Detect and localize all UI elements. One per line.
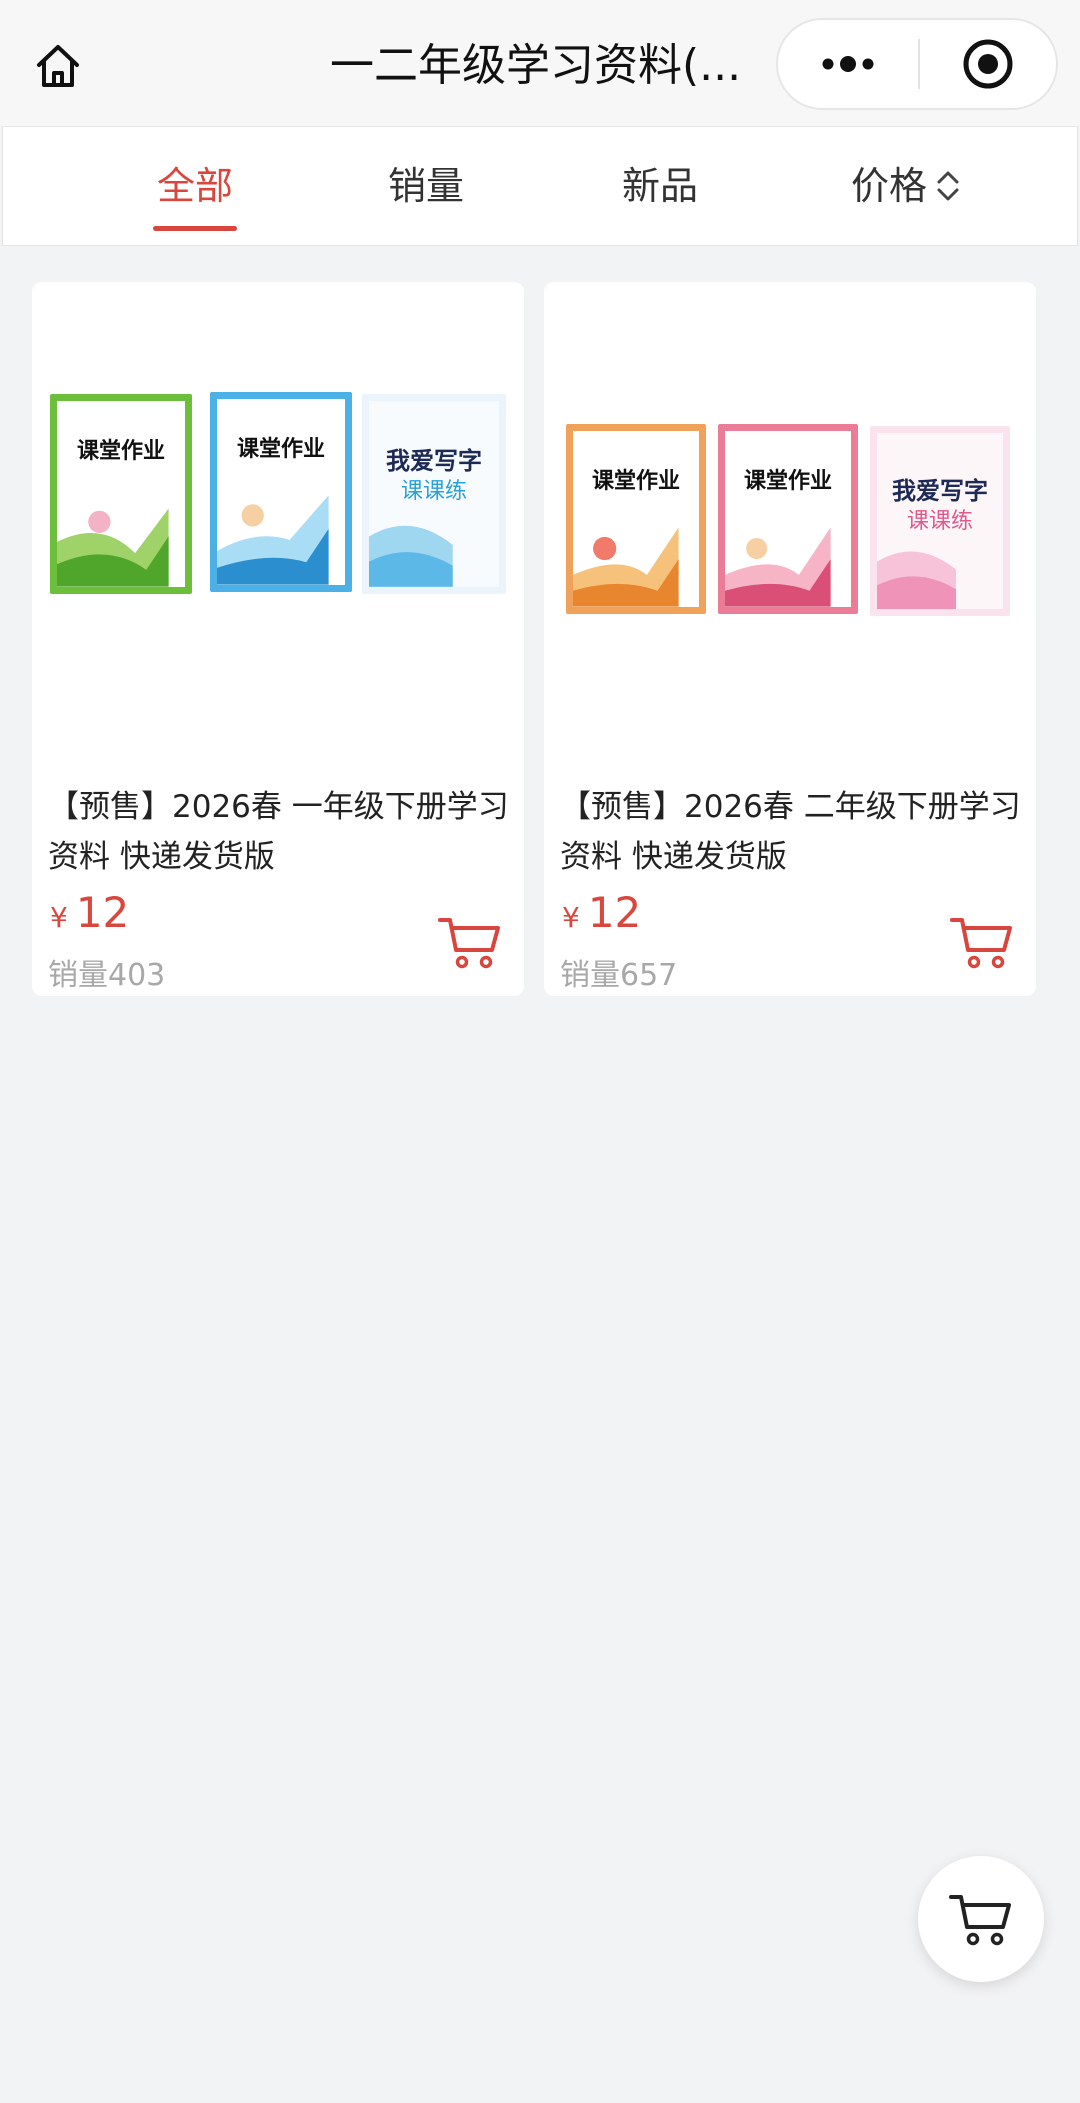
home-button[interactable] <box>28 36 88 96</box>
cart-icon <box>950 918 1012 969</box>
product-price: ¥ 12 <box>50 888 129 948</box>
tab-new[interactable]: 新品 <box>615 127 705 245</box>
book-title: 我爱写字 <box>386 446 482 475</box>
home-icon <box>37 45 79 87</box>
book-cover: 课堂作业 <box>718 424 858 614</box>
book-title: 课堂作业 <box>591 468 680 494</box>
product-card[interactable]: 课堂作业 课堂作业 我爱写字 课课练 <box>544 282 1036 996</box>
add-to-cart-button[interactable] <box>438 912 502 972</box>
mini-program-capsule <box>776 18 1058 110</box>
book-cover: 课堂作业 <box>210 392 352 592</box>
book-cover: 课堂作业 <box>50 394 192 594</box>
tab-sales-label: 销量 <box>387 164 464 208</box>
more-button[interactable] <box>778 20 918 108</box>
book-art <box>369 526 453 587</box>
price-value: 12 <box>587 888 642 937</box>
book-art <box>217 495 329 585</box>
sales-count: 销量657 <box>560 958 678 993</box>
active-tab-indicator <box>153 226 237 231</box>
book-subtitle: 课课练 <box>400 479 467 504</box>
book-cover: 我爱写字 课课练 <box>870 426 1010 616</box>
floating-cart-button[interactable] <box>918 1856 1044 1982</box>
price-value: 12 <box>75 888 130 937</box>
book-art <box>573 527 679 607</box>
book-title: 我爱写字 <box>892 476 988 505</box>
tab-sales[interactable]: 销量 <box>381 127 471 245</box>
book-title: 课堂作业 <box>236 436 325 462</box>
book-art <box>877 551 957 609</box>
book-cover: 课堂作业 <box>566 424 706 614</box>
price-currency: ¥ <box>562 901 580 934</box>
book-title: 课堂作业 <box>743 468 832 494</box>
book-cover: 我爱写字 课课练 <box>362 394 506 594</box>
top-bar: 一二年级学习资料(... <box>0 0 1080 126</box>
book-art <box>57 508 169 587</box>
add-to-cart-button[interactable] <box>950 912 1014 972</box>
cart-icon <box>949 1895 1011 1946</box>
tab-all[interactable]: 全部 <box>153 127 237 245</box>
tab-price-label: 价格 <box>851 164 928 208</box>
product-image[interactable]: 课堂作业 课堂作业 我爱写字 课课练 <box>32 282 524 752</box>
sort-tabs: 全部 销量 新品 价格 <box>2 126 1078 246</box>
product-price: ¥ 12 <box>562 888 641 948</box>
more-dots-icon <box>822 56 874 72</box>
tab-new-label: 新品 <box>621 164 698 208</box>
tab-all-label: 全部 <box>156 164 233 208</box>
cart-icon <box>438 918 500 969</box>
product-name: 【预售】2026春 一年级下册学习资料 快递发货版 <box>48 789 509 875</box>
close-circle-icon <box>963 39 1013 89</box>
product-image[interactable]: 课堂作业 课堂作业 我爱写字 课课练 <box>544 282 1036 752</box>
sales-count: 销量403 <box>48 958 166 993</box>
book-title: 课堂作业 <box>76 438 165 464</box>
price-currency: ¥ <box>50 901 68 934</box>
close-button[interactable] <box>920 20 1056 108</box>
page-title: 一二年级学习资料(... <box>330 40 742 91</box>
sort-updown-icon <box>937 171 959 201</box>
tab-price[interactable]: 价格 <box>851 127 971 245</box>
book-art <box>725 527 831 607</box>
product-name: 【预售】2026春 二年级下册学习资料 快递发货版 <box>560 789 1021 875</box>
product-card[interactable]: 课堂作业 课堂作业 我爱写字 课课练 <box>32 282 524 996</box>
